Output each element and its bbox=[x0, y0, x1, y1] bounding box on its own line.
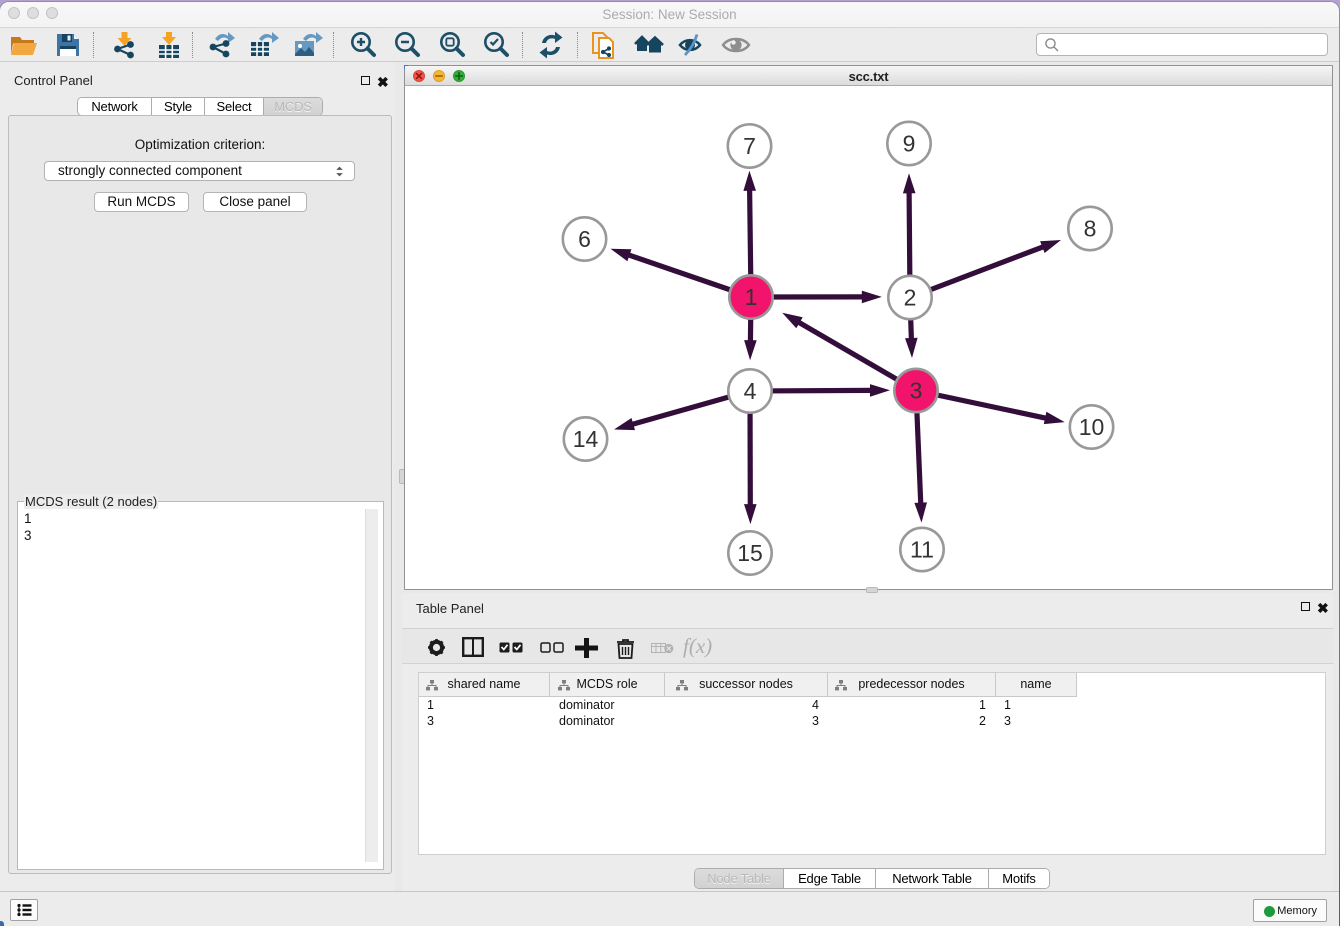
svg-text:1: 1 bbox=[745, 284, 758, 310]
svg-text:11: 11 bbox=[910, 537, 934, 563]
svg-text:4: 4 bbox=[744, 378, 757, 404]
svg-text:6: 6 bbox=[578, 226, 591, 252]
svg-text:3: 3 bbox=[910, 378, 923, 404]
svg-text:2: 2 bbox=[904, 285, 917, 311]
svg-text:15: 15 bbox=[737, 540, 763, 566]
svg-text:10: 10 bbox=[1079, 414, 1105, 440]
svg-text:9: 9 bbox=[903, 131, 916, 157]
svg-text:14: 14 bbox=[573, 426, 599, 452]
svg-text:7: 7 bbox=[743, 133, 756, 159]
svg-text:8: 8 bbox=[1084, 216, 1097, 242]
